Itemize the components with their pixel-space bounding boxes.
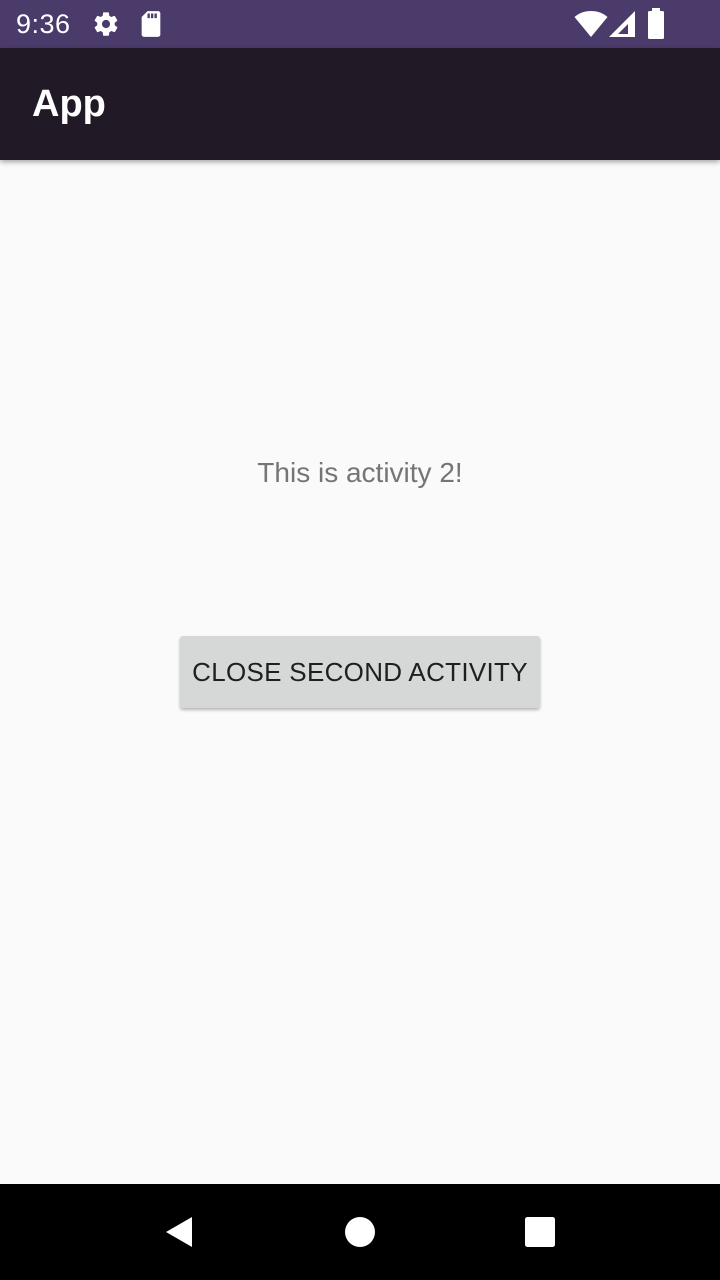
close-second-activity-button[interactable]: CLOSE SECOND ACTIVITY	[180, 636, 540, 708]
recents-icon[interactable]	[516, 1208, 564, 1256]
battery-icon	[648, 8, 664, 39]
status-time: 9:36	[16, 9, 71, 39]
content-area: This is activity 2! CLOSE SECOND ACTIVIT…	[0, 160, 720, 1184]
settings-icon	[94, 12, 118, 36]
navigation-bar	[0, 1184, 720, 1280]
screen: 9:36 App This is activity 2! CLOSE SECON…	[0, 0, 720, 1280]
status-bar: 9:36	[0, 0, 720, 48]
activity-message: This is activity 2!	[257, 457, 463, 488]
home-icon[interactable]	[336, 1208, 384, 1256]
app-title: App	[32, 83, 106, 125]
sd-card-icon	[141, 11, 161, 37]
back-icon[interactable]	[156, 1208, 204, 1256]
wifi-icon	[574, 11, 608, 37]
cellular-signal-icon	[609, 11, 635, 37]
app-bar: App	[0, 48, 720, 160]
